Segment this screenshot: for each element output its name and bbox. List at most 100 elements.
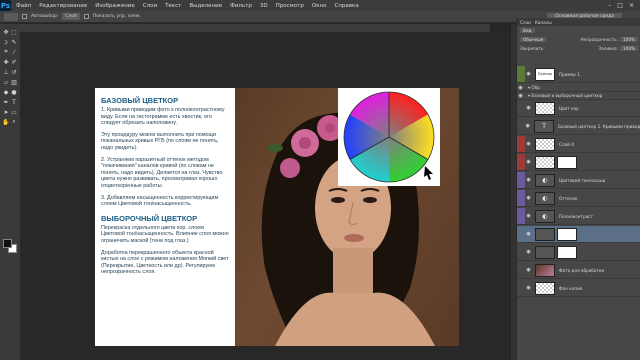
layer-row[interactable]: ◉ Цвет кор	[517, 100, 640, 117]
layer-mask-thumbnail[interactable]	[557, 245, 577, 259]
layer-mask-thumbnail[interactable]	[557, 155, 577, 169]
layer-mask-thumbnail[interactable]	[557, 227, 577, 241]
autoselect-label: Автовыбор:	[31, 14, 59, 19]
layer-row[interactable]: ◉	[517, 226, 640, 243]
layer-row[interactable]: ◉ Слой 4	[517, 136, 640, 153]
layer-group[interactable]: ◉ ▾ Базовый и выборочный цветкор	[517, 92, 640, 100]
minimize-button[interactable]: –	[608, 2, 611, 9]
layer-group[interactable]: ◉ ▾ Обр.	[517, 84, 640, 92]
layer-row[interactable]: ◉ ◐ Оттенок	[517, 190, 640, 207]
visibility-eye-icon[interactable]: ◉	[525, 159, 532, 165]
menu-edit[interactable]: Редактирование	[39, 3, 87, 9]
layer-thumbnail[interactable]: ◐	[535, 209, 555, 223]
visibility-eye-icon[interactable]: ◉	[525, 249, 532, 255]
layer-row[interactable]: ◉ Фон копия	[517, 280, 640, 297]
maximize-button[interactable]: □	[617, 2, 623, 9]
visibility-eye-icon[interactable]: ◉	[525, 123, 532, 129]
visibility-eye-icon[interactable]: ◉	[525, 105, 532, 111]
layer-thumbnail[interactable]: T	[534, 119, 555, 133]
dodge-icon[interactable]: ●	[10, 88, 18, 96]
layer-row[interactable]: ◉ Пример Пример 1	[517, 66, 640, 83]
visibility-eye-icon[interactable]: ◉	[517, 93, 524, 99]
tab-channels[interactable]: Каналы	[535, 20, 552, 25]
layer-name: Пример 1	[559, 71, 580, 77]
shape-icon[interactable]: ▭	[10, 108, 18, 116]
canvas-area[interactable]: БАЗОВЫЙ ЦВЕТКОР 1. Кривыми приводим фото…	[20, 32, 510, 360]
crop-icon[interactable]: ⌗	[2, 48, 10, 56]
healing-icon[interactable]: ✚	[2, 58, 10, 66]
layer-thumbnail[interactable]	[535, 227, 555, 241]
visibility-eye-icon[interactable]: ◉	[517, 85, 524, 91]
visibility-eye-icon[interactable]: ◉	[525, 267, 532, 273]
layer-name: Полноконтраст	[559, 213, 593, 219]
fill-label: Заливка:	[598, 46, 619, 51]
menu-help[interactable]: Справка	[334, 3, 358, 9]
layer-thumbnail[interactable]	[535, 281, 555, 295]
tab-layers[interactable]: Слои	[520, 20, 531, 25]
path-select-icon[interactable]: ➤	[2, 108, 10, 116]
visibility-eye-icon[interactable]: ◉	[525, 141, 532, 147]
menu-3d[interactable]: 3D	[260, 3, 268, 9]
layer-row[interactable]: ◉	[517, 244, 640, 261]
layer-color-label	[517, 262, 525, 278]
menu-layers[interactable]: Слои	[143, 3, 157, 9]
layer-thumbnail[interactable]	[535, 101, 555, 115]
layer-thumbnail[interactable]	[535, 263, 555, 277]
layer-row[interactable]: ◉ Фото для обработки	[517, 262, 640, 279]
layer-row[interactable]: ◉ ◐ Полноконтраст	[517, 208, 640, 225]
blur-icon[interactable]: ◆	[2, 88, 10, 96]
document-tab[interactable]	[20, 24, 490, 32]
type-icon[interactable]: T	[10, 98, 18, 106]
document-canvas[interactable]: БАЗОВЫЙ ЦВЕТКОР 1. Кривыми приводим фото…	[95, 88, 459, 346]
marquee-icon[interactable]: ⬚	[10, 28, 18, 36]
stamp-icon[interactable]: ⊥	[2, 68, 10, 76]
layer-thumbnail[interactable]: ◐	[535, 191, 555, 205]
layer-thumbnail[interactable]: Пример	[535, 67, 555, 81]
lasso-icon[interactable]: ↄ	[2, 38, 10, 46]
lock-row: Закрепить: Заливка: 100%	[517, 46, 640, 51]
gradient-icon[interactable]: ▥	[10, 78, 18, 86]
menu-image[interactable]: Изображение	[95, 3, 135, 9]
menu-view[interactable]: Просмотр	[276, 3, 304, 9]
visibility-eye-icon[interactable]: ◉	[525, 213, 532, 219]
menu-window[interactable]: Окно	[312, 3, 327, 9]
brush-icon[interactable]: ✐	[10, 58, 18, 66]
eraser-icon[interactable]: ▱	[2, 78, 10, 86]
layer-row[interactable]: ◉ T Базовый цветкор 1. Кривыми приводим	[517, 118, 640, 135]
visibility-eye-icon[interactable]: ◉	[525, 195, 532, 201]
autoselect-dropdown[interactable]: Слой	[62, 13, 80, 20]
layer-row[interactable]: ◉	[517, 154, 640, 171]
layer-thumbnail[interactable]	[535, 137, 555, 151]
kind-filter-dropdown[interactable]: Вид	[520, 28, 535, 33]
menu-type[interactable]: Текст	[165, 3, 181, 9]
show-controls-checkbox[interactable]	[83, 14, 89, 19]
menu-filter[interactable]: Фильтр	[230, 3, 252, 9]
menu-file[interactable]: Файл	[16, 3, 31, 9]
layers-list: ◉ Пример Пример 1 ◉ ▾ Обр. ◉ ▾ Базовый и выбор…	[517, 66, 640, 356]
visibility-eye-icon[interactable]: ◉	[525, 285, 532, 291]
blend-mode-dropdown[interactable]: Обычные	[520, 37, 547, 42]
foreground-color-swatch[interactable]	[3, 239, 12, 248]
hand-icon[interactable]: ✋	[2, 118, 10, 126]
move-icon[interactable]: ✥	[2, 28, 10, 36]
opacity-field[interactable]: 100%	[620, 37, 638, 42]
fill-field[interactable]: 100%	[620, 46, 638, 51]
zoom-icon[interactable]: ⌕	[10, 118, 18, 126]
history-brush-icon[interactable]: ↺	[10, 68, 18, 76]
menu-select[interactable]: Выделение	[189, 3, 222, 9]
visibility-eye-icon[interactable]: ◉	[525, 177, 532, 183]
paragraph-3: 2. Устраняем паразитный оттенок методом …	[101, 156, 223, 189]
eyedropper-icon[interactable]: ⁄	[10, 48, 18, 56]
visibility-eye-icon[interactable]: ◉	[525, 231, 532, 237]
layer-thumbnail[interactable]: ◐	[535, 173, 555, 187]
autoselect-checkbox[interactable]	[22, 14, 27, 19]
layer-row[interactable]: ◉ ◐ Цветовой тон/насыщ	[517, 172, 640, 189]
close-button[interactable]: ×	[629, 2, 634, 9]
tool-preset-picker[interactable]	[4, 12, 18, 21]
pen-icon[interactable]: ✒	[2, 98, 10, 106]
menu-bar: Ps Файл Редактирование Изображение Слои …	[0, 0, 640, 11]
visibility-eye-icon[interactable]: ◉	[525, 71, 532, 77]
quick-select-icon[interactable]: ✎	[10, 38, 18, 46]
layer-thumbnail[interactable]	[535, 155, 555, 169]
layer-thumbnail[interactable]	[535, 245, 555, 259]
